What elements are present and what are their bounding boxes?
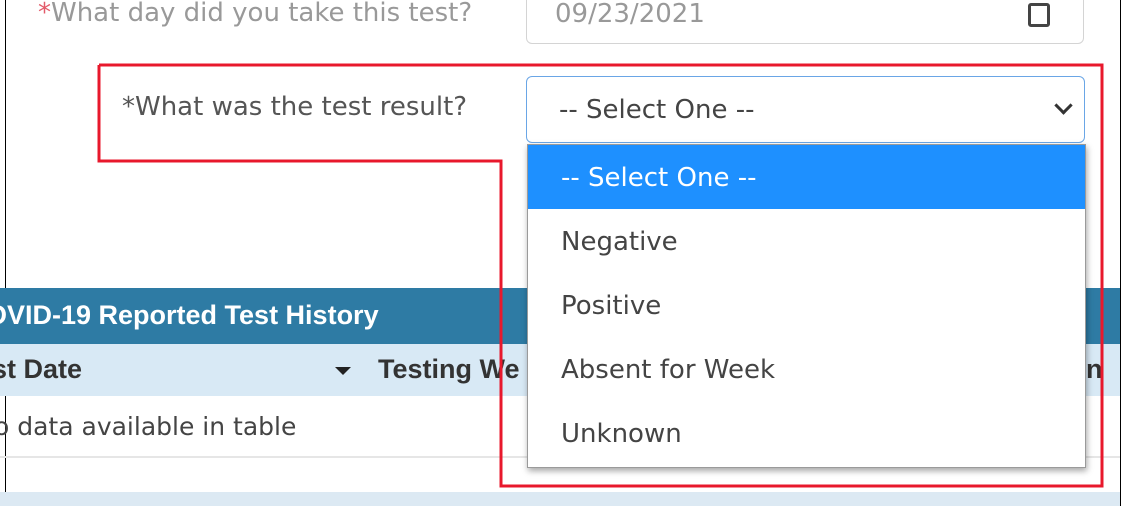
table-footer-strip <box>0 492 1120 506</box>
calendar-icon[interactable] <box>1028 3 1050 27</box>
frame-right-border <box>1120 0 1121 506</box>
date-question-text: What day did you take this test? <box>51 0 473 28</box>
column-test-date[interactable]: st Date <box>0 354 82 385</box>
option-negative[interactable]: Negative <box>528 209 1085 273</box>
test-result-select[interactable]: -- Select One -- <box>526 76 1085 143</box>
option-select-one[interactable]: -- Select One -- <box>528 145 1085 209</box>
chevron-down-icon <box>1054 96 1073 115</box>
date-field[interactable]: 09/23/2021 <box>526 0 1084 44</box>
option-positive[interactable]: Positive <box>528 273 1085 337</box>
option-unknown[interactable]: Unknown <box>528 401 1085 465</box>
required-mark: * <box>38 0 51 28</box>
column-partial[interactable]: n <box>1086 354 1103 385</box>
history-title: OVID-19 Reported Test History <box>0 300 379 330</box>
option-absent-for-week[interactable]: Absent for Week <box>528 337 1085 401</box>
result-question-text: What was the test result? <box>135 92 468 122</box>
empty-message: o data available in table <box>0 412 297 441</box>
required-mark: * <box>122 92 135 122</box>
column-testing-week[interactable]: Testing We <box>378 354 520 385</box>
result-question-label: *What was the test result? <box>122 92 467 122</box>
date-value: 09/23/2021 <box>555 0 705 29</box>
select-value: -- Select One -- <box>559 95 755 125</box>
date-question-label: *What day did you take this test? <box>38 0 472 28</box>
result-dropdown-list: -- Select One -- Negative Positive Absen… <box>527 144 1086 468</box>
sort-desc-icon[interactable] <box>335 367 351 375</box>
